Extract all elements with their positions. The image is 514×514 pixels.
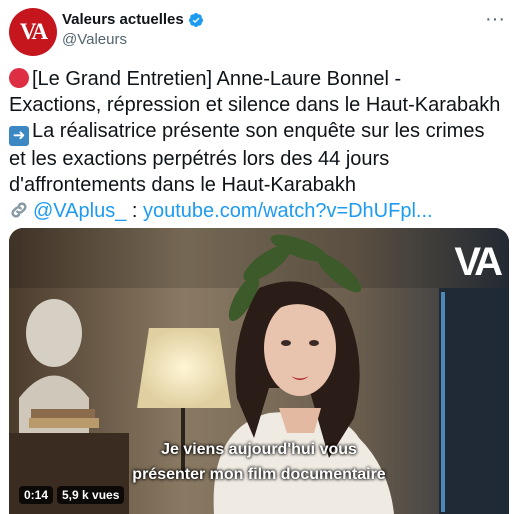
- red-circle-icon: [9, 68, 29, 88]
- video-player[interactable]: VA Je viens aujourd'hui vous présenter m…: [9, 228, 509, 514]
- tweet-line-4: et les exactions perpétrés lors des 44 j…: [9, 148, 390, 170]
- tweet-line-2: Exactions, répression et silence dans le…: [9, 94, 501, 116]
- tweet-text-line: [Le Grand Entretien] Anne-Laure Bonnel -: [32, 68, 402, 90]
- video-timestamp: 0:14: [19, 486, 54, 504]
- tweet-line-5: d'affrontements dans le Haut-Karabakh: [9, 174, 356, 196]
- subtitle-line-1: Je viens aujourd'hui vous: [161, 441, 357, 458]
- avatar[interactable]: VA: [9, 8, 57, 56]
- link-icon: [11, 202, 27, 218]
- tweet-line-6: @VAplus_ : youtube.com/watch?v=DhUFpl...: [9, 198, 514, 224]
- handle[interactable]: @Valeurs: [62, 31, 127, 48]
- tweet-text-line: La réalisatrice présente son enquête sur…: [32, 120, 485, 142]
- url-link[interactable]: youtube.com/watch?v=DhUFpl...: [143, 200, 433, 222]
- video-views: 5,9 k vues: [57, 486, 125, 504]
- name-row: Valeurs actuelles: [62, 11, 204, 28]
- channel-logo: VA: [454, 240, 503, 284]
- tweet-text: [Le Grand Entretien] Anne-Laure Bonnel -…: [9, 66, 514, 224]
- tweet-line-3: ➜ La réalisatrice présente son enquête su…: [9, 118, 514, 146]
- separator: :: [131, 200, 138, 222]
- avatar-logo-text: VA: [19, 19, 48, 44]
- right-arrow-icon: ➜: [9, 126, 29, 146]
- verified-badge-icon: [188, 12, 203, 27]
- more-options-icon[interactable]: ···: [484, 9, 506, 34]
- tweet-line-1: [Le Grand Entretien] Anne-Laure Bonnel -: [9, 66, 514, 92]
- subtitle-line-2: présenter mon film documentaire: [132, 466, 386, 483]
- mention-link[interactable]: @VAplus_: [33, 200, 126, 222]
- display-name[interactable]: Valeurs actuelles: [62, 11, 184, 28]
